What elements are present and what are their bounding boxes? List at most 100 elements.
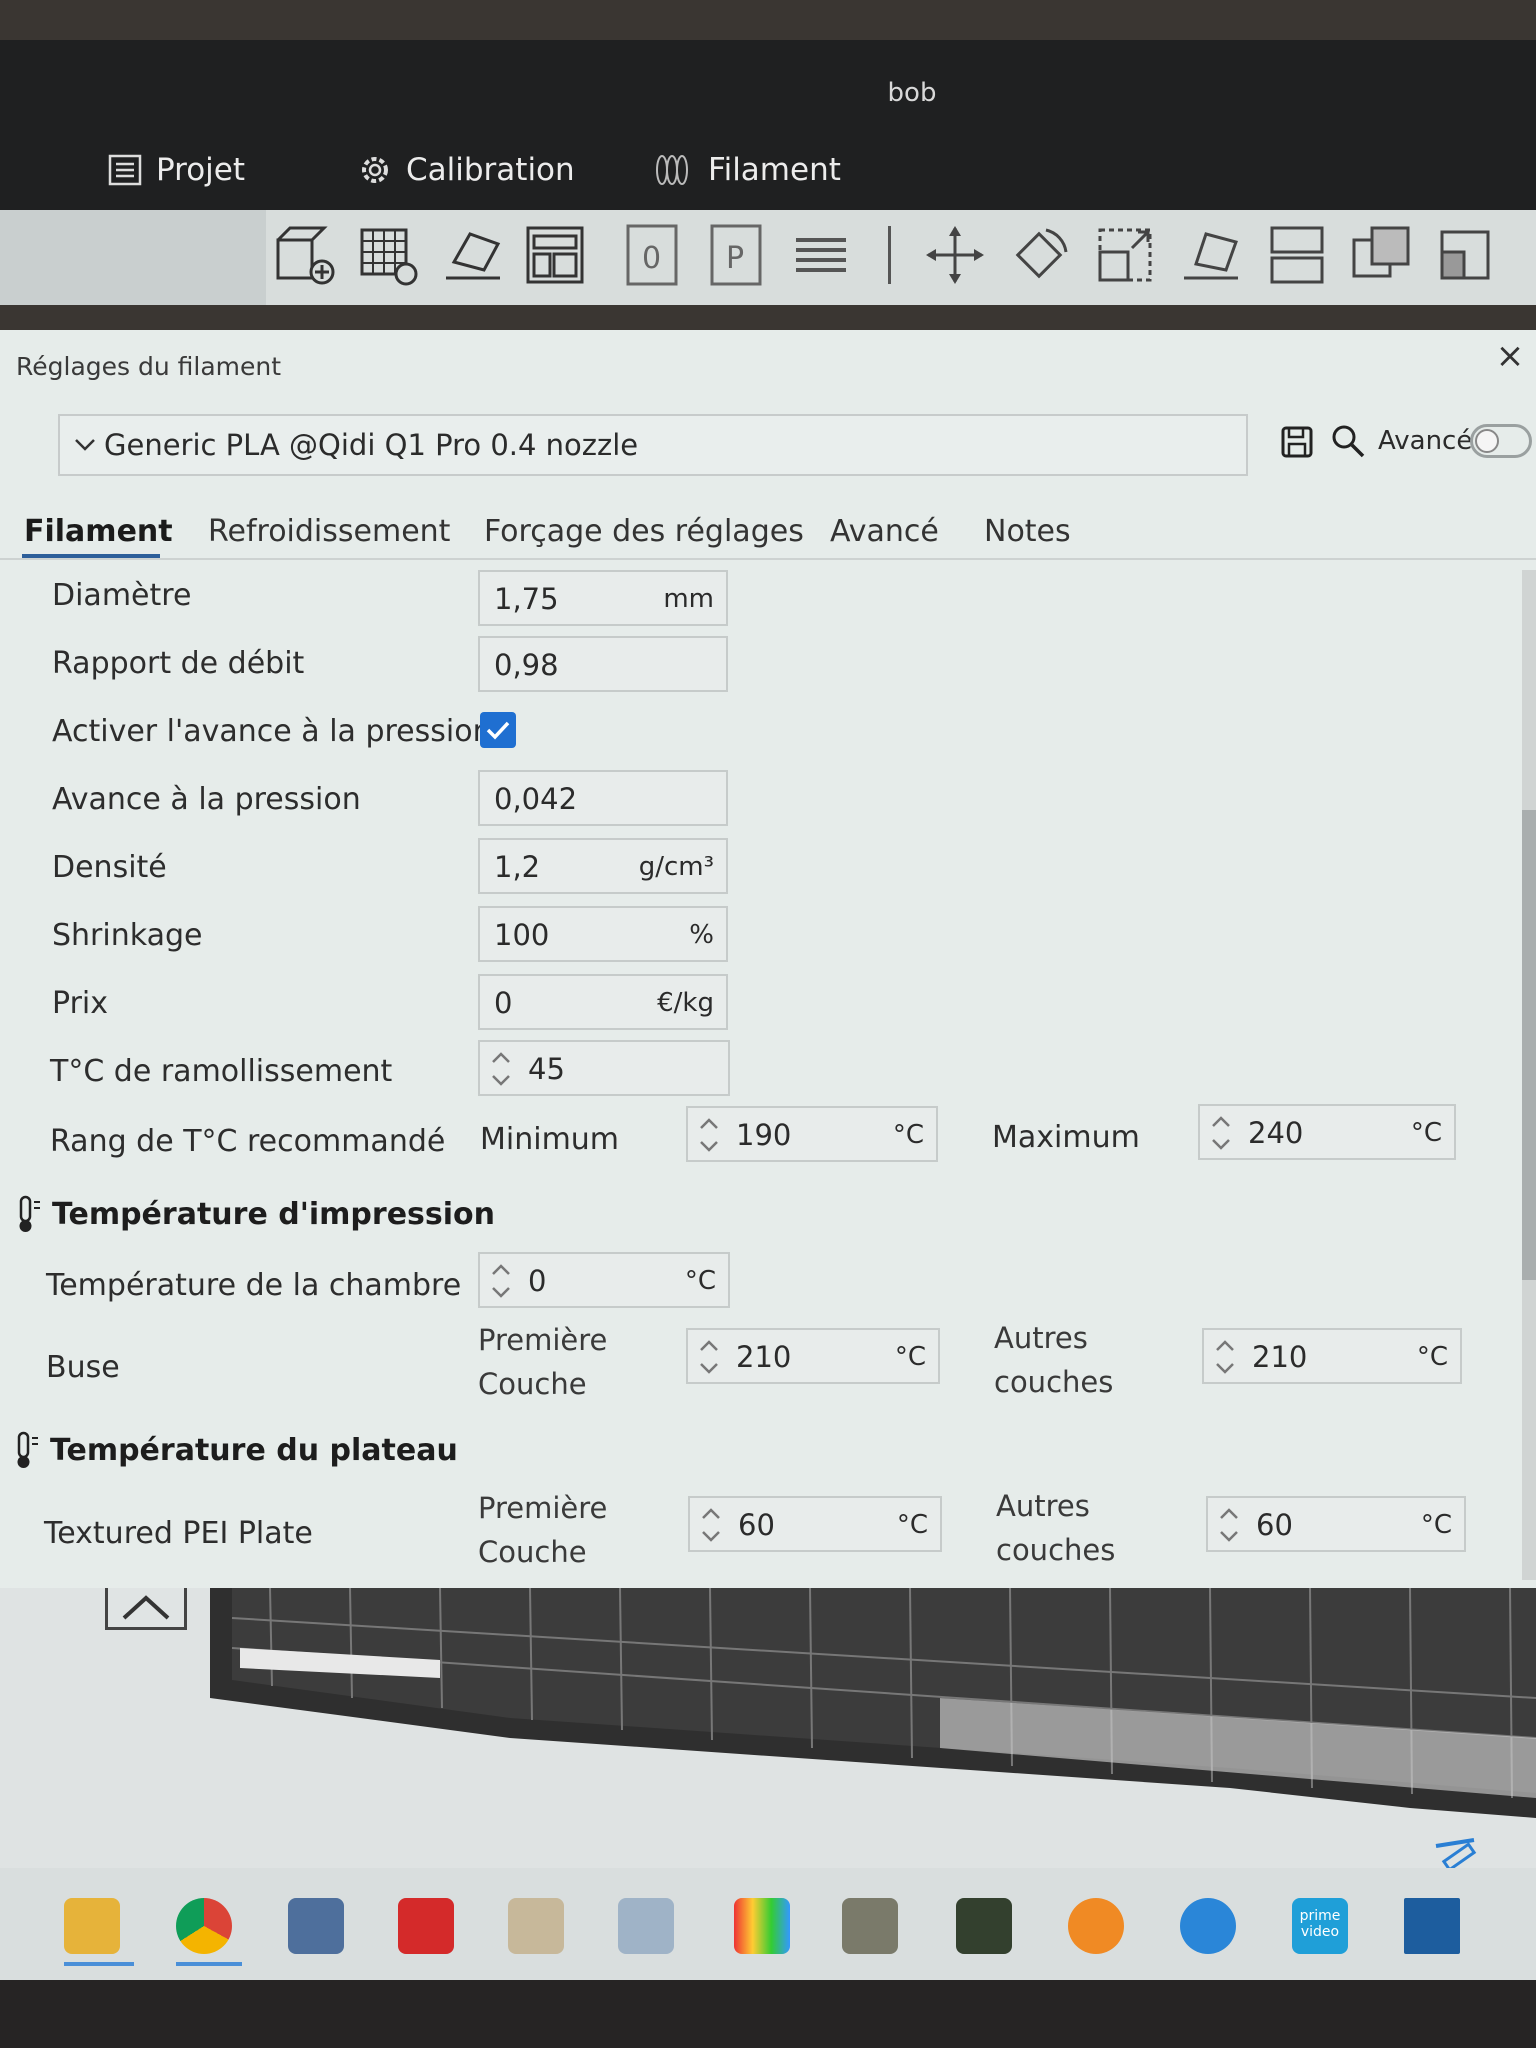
spinner-icon[interactable] — [1212, 1334, 1238, 1380]
media-icon[interactable] — [734, 1898, 790, 1954]
list-icon — [108, 154, 142, 186]
active-app-indicator — [176, 1962, 242, 1966]
pressure-advance-input[interactable]: 0,042 — [478, 770, 728, 826]
spinner-icon[interactable] — [1216, 1502, 1242, 1548]
plate-other-layers-label: Autres couches — [996, 1484, 1115, 1572]
print-temp-title: Température d'impression — [52, 1196, 496, 1232]
menu-project[interactable]: Projet — [108, 152, 245, 188]
flow-ratio-input[interactable]: 0,98 — [478, 636, 728, 692]
first-layer-line-1: Première — [478, 1323, 608, 1357]
flow-ratio-value: 0,98 — [494, 648, 559, 682]
menu-calibration[interactable]: Calibration — [358, 152, 575, 188]
rotate-icon[interactable] — [1006, 222, 1072, 288]
auto-orient-icon[interactable] — [440, 222, 506, 288]
file-explorer-icon[interactable] — [64, 1898, 120, 1954]
spinner-icon[interactable] — [698, 1502, 724, 1548]
support-paint-icon[interactable] — [1432, 222, 1498, 288]
range-max-input[interactable]: 240 °C — [1198, 1104, 1456, 1160]
price-input[interactable]: 0 €/kg — [478, 974, 728, 1030]
plate-first-unit: °C — [896, 1510, 928, 1540]
tab-cooling[interactable]: Refroidissement — [208, 514, 450, 549]
spinner-icon[interactable] — [696, 1112, 722, 1158]
tab-notes[interactable]: Notes — [984, 514, 1071, 549]
scale-icon[interactable] — [1092, 222, 1158, 288]
advanced-toggle[interactable] — [1470, 424, 1532, 458]
spinner-icon[interactable] — [696, 1334, 722, 1380]
menu-filament-label: Filament — [708, 152, 841, 188]
plate-first-value: 60 — [738, 1508, 775, 1542]
chevron-down-icon — [75, 439, 95, 451]
diameter-input[interactable]: 1,75 mm — [478, 570, 728, 626]
other-layers-line-2: couches — [994, 1365, 1114, 1399]
window-title: bob — [887, 78, 937, 108]
arrange-icon[interactable] — [522, 222, 588, 288]
other-layers-line-1: Autres — [994, 1321, 1088, 1355]
app-icon-3[interactable] — [956, 1898, 1012, 1954]
acrobat-icon[interactable] — [398, 1898, 454, 1954]
pressure-advance-enable-label: Activer l'avance à la pression — [52, 714, 492, 749]
close-button[interactable]: × — [1492, 336, 1528, 376]
first-layer-line-2: Couche — [478, 1535, 587, 1569]
plate-other-layers-input[interactable]: 60 °C — [1206, 1496, 1466, 1552]
scrollbar-thumb[interactable] — [1522, 810, 1536, 1280]
chamber-temp-label: Température de la chambre — [46, 1268, 462, 1303]
boolean-icon[interactable] — [1348, 222, 1414, 288]
add-cube-icon[interactable] — [272, 222, 338, 288]
preset-select[interactable]: Generic PLA @Qidi Q1 Pro 0.4 nozzle — [58, 414, 1248, 476]
chamber-temp-value: 0 — [528, 1264, 547, 1298]
tab-advanced[interactable]: Avancé — [830, 514, 939, 549]
pressure-advance-label: Avance à la pression — [52, 782, 361, 817]
paint-icon[interactable] — [508, 1898, 564, 1954]
density-input[interactable]: 1,2 g/cm³ — [478, 838, 728, 894]
shrinkage-input[interactable]: 100 % — [478, 906, 728, 962]
spinner-icon[interactable] — [488, 1046, 514, 1092]
toolbar-divider — [888, 226, 891, 284]
add-plate-icon[interactable] — [356, 222, 422, 288]
softening-temp-input[interactable]: 45 — [478, 1040, 730, 1096]
app-icon-5[interactable] — [1180, 1898, 1236, 1954]
layers-icon[interactable] — [788, 222, 854, 288]
gimp-icon[interactable] — [842, 1898, 898, 1954]
filament-spool-icon — [656, 155, 688, 185]
split-icon[interactable] — [1264, 222, 1330, 288]
advanced-label: Avancé — [1378, 426, 1473, 456]
chamber-temp-input[interactable]: 0 °C — [478, 1252, 730, 1308]
prime-video-icon[interactable]: prime video — [1292, 1898, 1348, 1954]
thermometer-icon — [17, 1431, 38, 1468]
menu-filament[interactable]: Filament — [654, 152, 841, 188]
app-icon-2[interactable] — [618, 1898, 674, 1954]
nozzle-other-layers-input[interactable]: 210 °C — [1202, 1328, 1462, 1384]
save-icon[interactable] — [1280, 425, 1314, 459]
spinner-icon[interactable] — [488, 1258, 514, 1304]
app-icon-4[interactable] — [1068, 1898, 1124, 1954]
slice-0-icon[interactable]: 0 — [620, 222, 686, 288]
gear-icon — [362, 157, 388, 183]
app-icon-6[interactable] — [1404, 1898, 1460, 1954]
tab-setting-overrides[interactable]: Forçage des réglages — [484, 514, 804, 549]
slice-p-icon[interactable]: P — [704, 222, 770, 288]
collapse-button[interactable] — [105, 1588, 187, 1630]
section-divider — [0, 1210, 1520, 1211]
screen-bezel — [0, 1980, 1536, 2048]
chrome-icon[interactable] — [176, 1898, 232, 1954]
nozzle-first-value: 210 — [736, 1340, 792, 1374]
plate-first-layer-input[interactable]: 60 °C — [688, 1496, 942, 1552]
price-label: Prix — [52, 986, 108, 1021]
range-min-input[interactable]: 190 °C — [686, 1106, 938, 1162]
lay-on-face-icon[interactable] — [1178, 222, 1244, 288]
diameter-value: 1,75 — [494, 582, 559, 616]
pressure-advance-checkbox[interactable] — [480, 712, 516, 748]
move-icon[interactable] — [922, 222, 988, 288]
tab-filament[interactable]: Filament — [24, 514, 173, 549]
diameter-label: Diamètre — [52, 578, 192, 613]
app-icon[interactable] — [288, 1898, 344, 1954]
active-app-indicator — [64, 1962, 134, 1966]
video-text: video — [1300, 1924, 1340, 1940]
search-icon[interactable] — [1330, 423, 1366, 459]
nozzle-label: Buse — [46, 1350, 120, 1385]
nozzle-first-layer-input[interactable]: 210 °C — [686, 1328, 940, 1384]
menu-calibration-label: Calibration — [406, 152, 575, 188]
spinner-icon[interactable] — [1208, 1110, 1234, 1156]
density-label: Densité — [52, 850, 167, 885]
first-layer-line-1: Première — [478, 1491, 608, 1525]
